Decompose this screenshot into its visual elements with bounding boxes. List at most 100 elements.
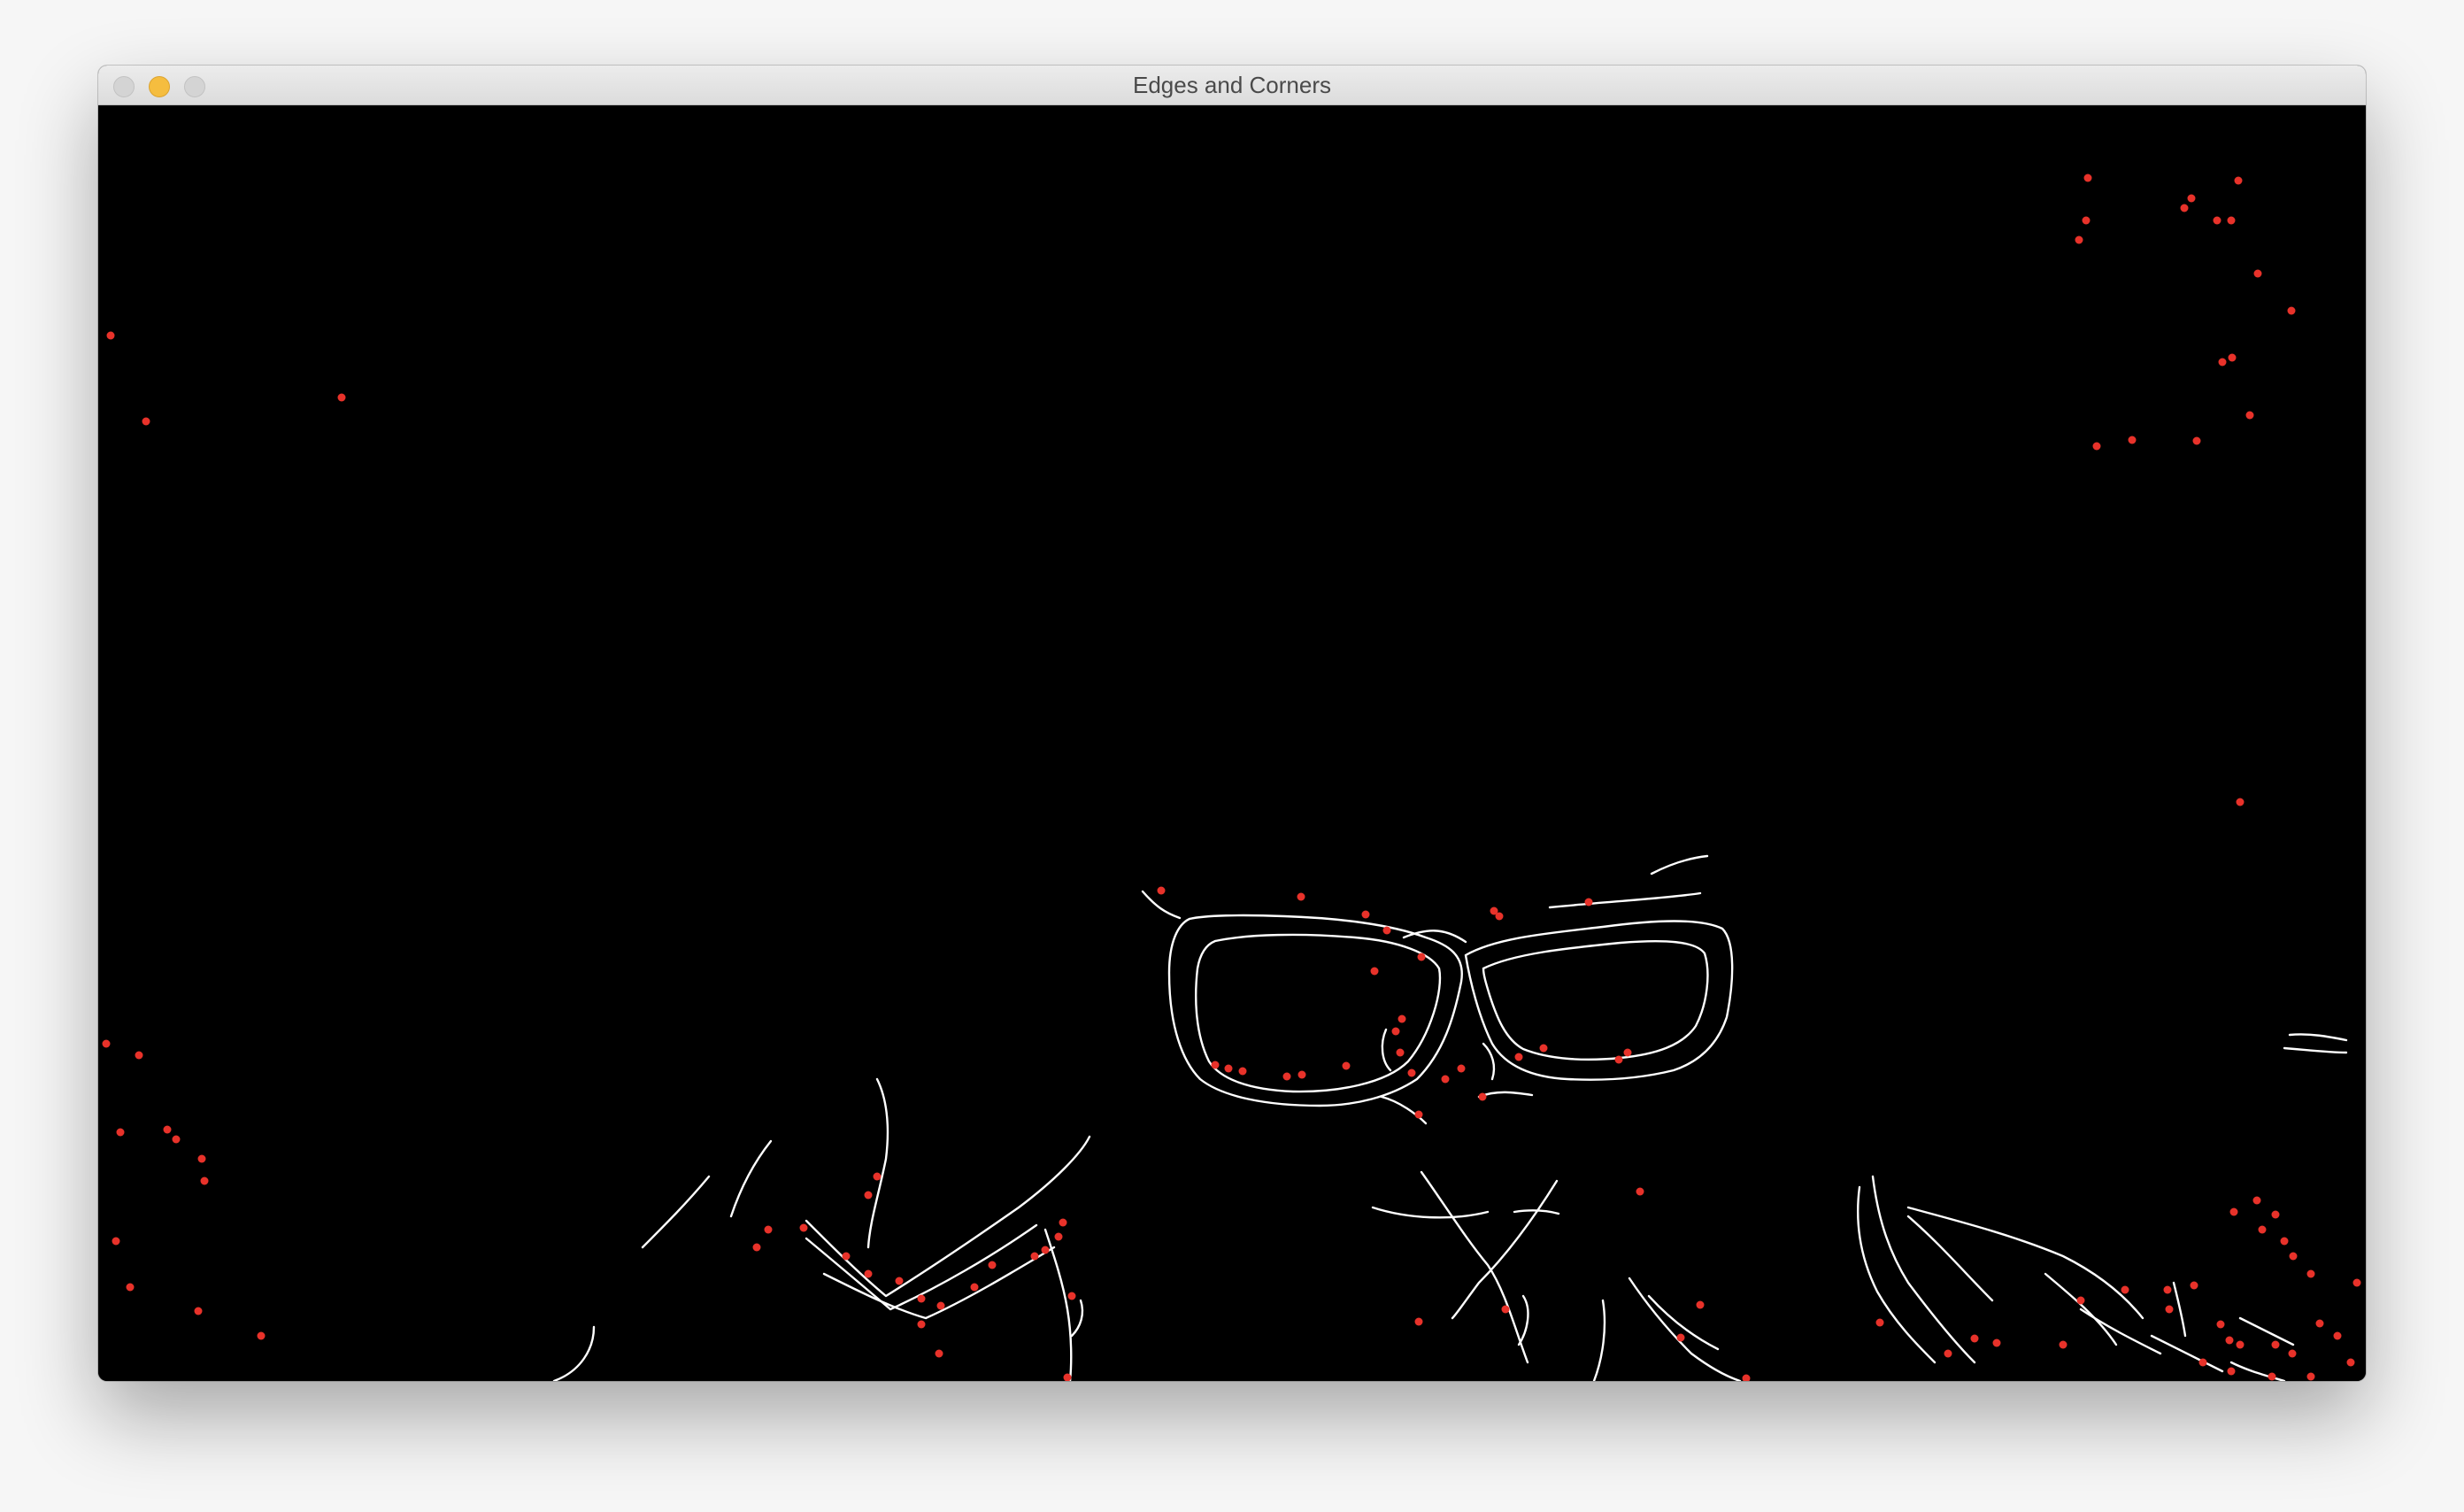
corner-point (1398, 1014, 1406, 1023)
edge-line (1650, 854, 1709, 876)
corner-point (1342, 1061, 1351, 1070)
edge-line (2238, 1316, 2295, 1346)
window-titlebar[interactable]: Edges and Corners (98, 66, 2366, 105)
corner-point (917, 1294, 926, 1303)
corner-point (1441, 1075, 1450, 1084)
corner-point (1391, 1027, 1400, 1036)
corner-point (1297, 1070, 1306, 1079)
corner-point (1054, 1232, 1063, 1241)
corner-point (1478, 1092, 1487, 1101)
edge-line (1141, 890, 1182, 920)
corner-point (2083, 174, 2092, 182)
edge-line (2150, 1334, 2224, 1373)
corner-point (1457, 1064, 1466, 1073)
corner-point (2253, 269, 2262, 278)
corner-point (1676, 1333, 1685, 1342)
corner-point (142, 417, 150, 426)
corner-point (988, 1261, 997, 1269)
corner-point (2076, 1296, 2085, 1305)
corner-point (1067, 1292, 1076, 1300)
corner-point (112, 1237, 120, 1246)
corner-point (102, 1039, 111, 1048)
corner-point (1370, 967, 1379, 976)
corner-point (1539, 1044, 1548, 1053)
corner-point (2192, 436, 2201, 445)
corner-point (1970, 1334, 1979, 1343)
corner-point (257, 1331, 266, 1340)
edge-line (1517, 1294, 1529, 1346)
corner-point (194, 1307, 203, 1315)
corner-point (1297, 892, 1305, 901)
edge-line (729, 1139, 773, 1218)
edge-line (2229, 1361, 2286, 1381)
corner-point (2180, 204, 2189, 212)
corner-point (2346, 1358, 2355, 1367)
corner-point (1211, 1061, 1220, 1069)
corner-point (1696, 1300, 1705, 1309)
corner-point (1992, 1338, 2001, 1347)
corner-point (2236, 1340, 2245, 1349)
corner-point (2225, 1336, 2234, 1345)
edge-line (552, 1325, 596, 1381)
corner-point (1282, 1072, 1291, 1081)
corner-point (2234, 176, 2243, 185)
corner-point (864, 1269, 873, 1278)
corner-point (1875, 1318, 1884, 1327)
edge-line (1167, 914, 1463, 1107)
corner-point (1382, 926, 1391, 935)
corner-point (2271, 1340, 2280, 1349)
corner-point (1414, 1317, 1423, 1326)
corner-point (935, 1349, 943, 1358)
corner-point (2280, 1237, 2289, 1246)
corner-point (970, 1283, 979, 1292)
edge-detection-image (98, 105, 2366, 1381)
corner-point (1614, 1055, 1623, 1064)
edge-map (102, 174, 2361, 1381)
edge-line (2079, 1308, 2162, 1355)
edge-line (1906, 1206, 2144, 1320)
corner-point (1407, 1068, 1416, 1077)
corner-point (200, 1176, 209, 1185)
corner-point (2213, 216, 2221, 225)
corner-point (1238, 1067, 1247, 1076)
corner-point (163, 1125, 172, 1134)
corner-point (1396, 1048, 1405, 1057)
corner-point (1414, 1110, 1423, 1119)
edge-line (1647, 1294, 1720, 1351)
corner-point (873, 1172, 882, 1181)
corner-point (2165, 1305, 2174, 1314)
corner-point (799, 1223, 808, 1232)
corner-point (1495, 912, 1504, 921)
corner-point (1059, 1218, 1067, 1227)
corner-point (1041, 1246, 1050, 1254)
corner-point (2315, 1319, 2324, 1328)
edge-line (1195, 933, 1442, 1093)
corner-point (2075, 235, 2083, 244)
corner-point (917, 1320, 926, 1329)
corner-point (126, 1283, 135, 1292)
corner-point (2218, 358, 2227, 366)
corner-point (752, 1243, 761, 1252)
corner-point (2306, 1269, 2315, 1278)
corner-point (2289, 1252, 2298, 1261)
corner-point (2128, 436, 2137, 444)
edge-line (1482, 939, 1709, 1061)
edge-line (1043, 1228, 1073, 1381)
edge-line (2283, 1046, 2348, 1054)
corner-point (2288, 1349, 2297, 1358)
corner-point (116, 1128, 125, 1137)
edge-line (1592, 1299, 1606, 1381)
corner-point (2252, 1196, 2261, 1205)
edge-line (805, 1135, 1091, 1298)
edge-line (1477, 1091, 1534, 1099)
edge-line (1420, 1170, 1529, 1364)
edge-line (1381, 1028, 1392, 1072)
corner-point (1742, 1374, 1751, 1381)
corner-point (842, 1252, 851, 1261)
corner-point (1636, 1187, 1644, 1196)
corner-point (2245, 411, 2254, 420)
corner-point (936, 1301, 945, 1310)
corner-point (1224, 1064, 1233, 1073)
window-title: Edges and Corners (1132, 72, 1332, 98)
edge-line (1871, 1175, 1976, 1364)
